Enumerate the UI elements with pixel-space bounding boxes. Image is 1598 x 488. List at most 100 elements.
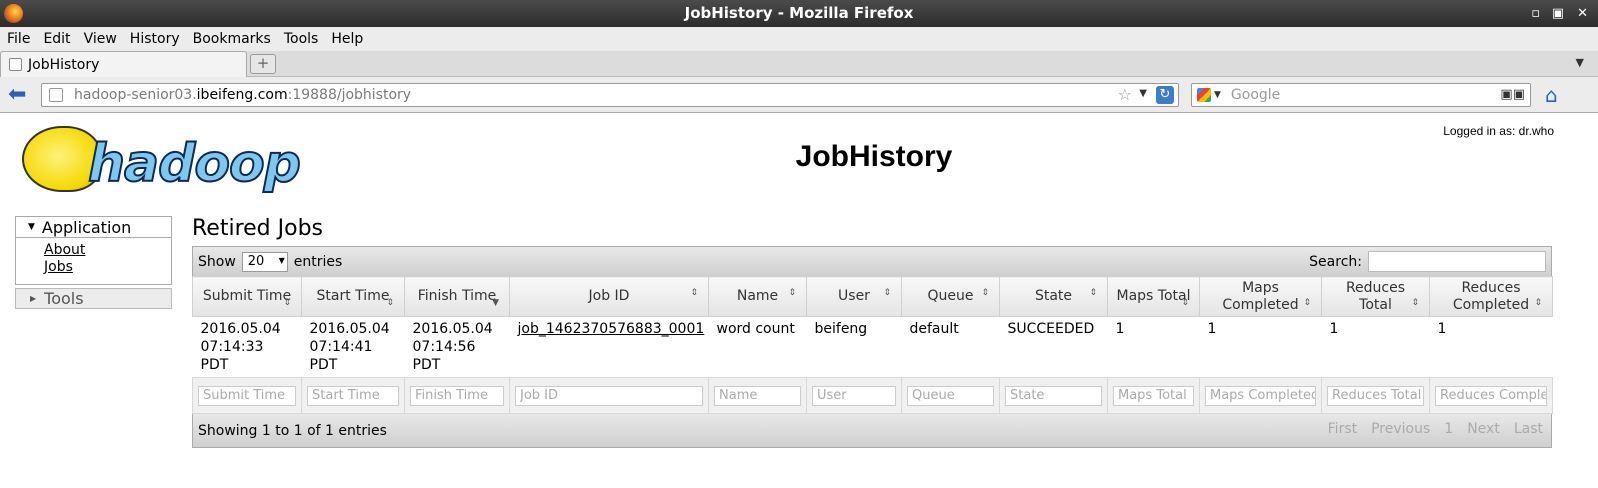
window-titlebar: JobHistory - Mozilla Firefox ▫ ▣ ✕	[0, 0, 1598, 27]
filter-cell	[806, 377, 902, 414]
filter-reduces-total[interactable]	[1327, 385, 1424, 406]
new-tab-button[interactable]: +	[250, 54, 276, 74]
filter-start-time[interactable]	[307, 385, 399, 406]
sort-icon: ⇕	[981, 288, 989, 298]
filter-job-id[interactable]	[515, 385, 703, 406]
filter-queue[interactable]	[907, 385, 994, 406]
sort-icon: ⇕	[1089, 288, 1097, 298]
navigation-toolbar: ⬅ hadoop-senior03. ibeifeng.com:19888/job…	[0, 77, 1598, 113]
col-label: User	[838, 288, 870, 304]
pager-previous[interactable]: Previous	[1371, 421, 1430, 437]
menu-file[interactable]: File	[7, 31, 30, 47]
cell-submit-time: 2016.05.04 07:14:33 PDT	[200, 321, 281, 373]
col-job-id[interactable]: Job ID ⇕	[509, 276, 709, 317]
filter-submit-time[interactable]	[198, 385, 296, 406]
reload-icon[interactable]: ↻	[1156, 86, 1174, 104]
menu-history[interactable]: History	[130, 31, 180, 47]
collapsed-triangle-icon: ▶	[30, 294, 37, 303]
filter-maps-completed[interactable]	[1205, 385, 1316, 406]
tools-label: Tools	[44, 289, 84, 308]
cell-state: SUCCEEDED	[1007, 321, 1095, 337]
tools-section-header[interactable]: ▶ Tools	[15, 288, 172, 309]
col-maps-total[interactable]: Maps Total ⇕	[1107, 276, 1200, 317]
filter-user[interactable]	[812, 385, 896, 406]
col-user[interactable]: User ⇕	[806, 276, 902, 317]
menu-bar: File Edit View History Bookmarks Tools H…	[0, 27, 1598, 51]
job-id-link[interactable]: job_1462370576883_0001	[518, 321, 705, 337]
engine-dropdown-icon[interactable]: ▼	[1214, 90, 1221, 100]
filter-reduces-completed[interactable]	[1435, 385, 1547, 406]
select-arrow-icon: ▼	[278, 255, 285, 265]
pager-next[interactable]: Next	[1467, 421, 1500, 437]
col-label: Name	[736, 288, 779, 304]
filter-cell	[708, 377, 807, 414]
cell-maps-total: 1	[1115, 321, 1125, 337]
url-bar[interactable]: hadoop-senior03. ibeifeng.com:19888/jobhi…	[41, 83, 1179, 107]
maximize-icon[interactable]: ▣	[1552, 0, 1564, 27]
tab-list-chevron-icon[interactable]: ▼	[1576, 56, 1584, 69]
sort-icon: ⇕	[788, 288, 796, 298]
google-engine-icon[interactable]	[1197, 88, 1211, 102]
application-section: ▼ Application About Jobs	[15, 216, 172, 285]
search-placeholder: Google	[1230, 87, 1281, 103]
col-start-time[interactable]: Start Time ⇕	[301, 276, 405, 317]
filter-cell	[1199, 377, 1322, 414]
page-icon	[9, 58, 22, 71]
menu-view[interactable]: View	[84, 31, 117, 47]
filter-cell	[999, 377, 1108, 414]
sidebar-link-jobs[interactable]: Jobs	[44, 259, 171, 276]
jobs-table: Submit Time ⇕ Start Time ⇕ Finish Time ▼ Jo…	[192, 276, 1553, 414]
filter-cell	[1321, 377, 1430, 414]
pager-page-1[interactable]: 1	[1444, 421, 1453, 437]
application-header[interactable]: ▼ Application	[16, 217, 171, 238]
url-history-dropdown-icon[interactable]: ▼	[1139, 88, 1147, 99]
filter-row	[192, 377, 1553, 414]
menu-edit[interactable]: Edit	[43, 31, 70, 47]
logged-in-label: Logged in as: dr.who	[1443, 124, 1554, 138]
col-label: Reduces Total	[1345, 279, 1406, 313]
sort-icon: ⇕	[1411, 298, 1419, 308]
pagination: First Previous 1 Next Last	[1314, 421, 1543, 437]
pager-first[interactable]: First	[1328, 421, 1357, 437]
sidebar-link-about[interactable]: About	[44, 242, 171, 259]
col-reduces-total[interactable]: Reduces Total ⇕	[1321, 276, 1430, 317]
filter-maps-total[interactable]	[1113, 385, 1194, 406]
search-label: Search:	[1309, 253, 1362, 270]
search-bar[interactable]: ▼ Google ▣▣	[1191, 83, 1531, 107]
table-search-input[interactable]	[1368, 251, 1546, 272]
close-icon[interactable]: ✕	[1577, 0, 1588, 27]
minimize-icon[interactable]: ▫	[1531, 0, 1540, 27]
sort-icon: ⇕	[883, 288, 891, 298]
sort-icon: ⇕	[1303, 298, 1311, 308]
filter-cell	[1429, 377, 1553, 414]
show-label: Show	[198, 253, 236, 270]
menu-help[interactable]: Help	[331, 31, 363, 47]
menu-bookmarks[interactable]: Bookmarks	[193, 31, 271, 47]
col-state[interactable]: State ⇕	[999, 276, 1108, 317]
col-queue[interactable]: Queue ⇕	[901, 276, 1000, 317]
col-reduces-completed[interactable]: Reduces Completed ⇕	[1429, 276, 1553, 317]
filter-cell	[192, 377, 302, 414]
col-submit-time[interactable]: Submit Time ⇕	[192, 276, 302, 317]
filter-cell	[301, 377, 405, 414]
col-name[interactable]: Name ⇕	[708, 276, 807, 317]
url-host-prefix: hadoop-senior03.	[74, 87, 197, 103]
menu-tools[interactable]: Tools	[284, 31, 319, 47]
home-icon[interactable]: ⌂	[1545, 85, 1567, 105]
site-identity-icon[interactable]	[49, 88, 63, 102]
expanded-triangle-icon: ▼	[28, 222, 35, 232]
application-links: About Jobs	[16, 238, 171, 284]
col-finish-time[interactable]: Finish Time ▼	[404, 276, 510, 317]
filter-state[interactable]	[1005, 385, 1102, 406]
page-size-select[interactable]: 20 ▼	[241, 251, 288, 272]
filter-finish-time[interactable]	[410, 385, 504, 406]
tab-jobhistory[interactable]: JobHistory	[0, 51, 247, 77]
filter-name[interactable]	[714, 385, 801, 406]
url-rest: :19888/jobhistory	[287, 87, 412, 103]
col-maps-completed[interactable]: Maps Completed ⇕	[1199, 276, 1322, 317]
binoculars-icon[interactable]: ▣▣	[1500, 87, 1525, 102]
pager-last[interactable]: Last	[1514, 421, 1543, 437]
bookmark-star-icon[interactable]: ☆	[1118, 85, 1132, 104]
cell-start-time: 2016.05.04 07:14:41 PDT	[309, 321, 390, 373]
back-arrow-icon[interactable]: ⬅	[8, 84, 30, 106]
